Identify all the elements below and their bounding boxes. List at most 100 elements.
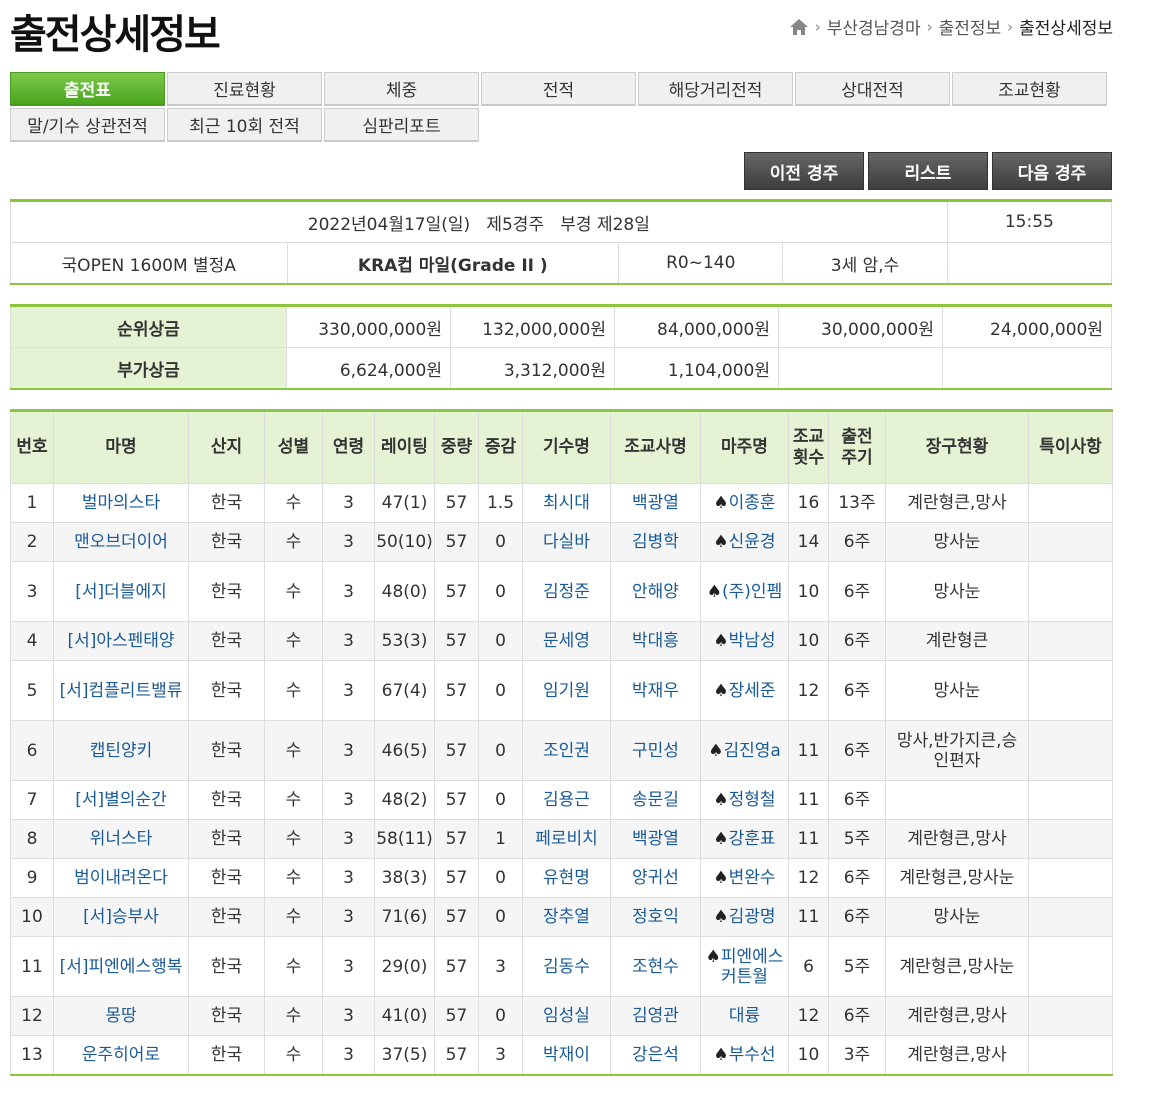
next-race-button[interactable]: 다음 경주 [992, 152, 1112, 190]
trainer-link[interactable]: 백광열 [632, 829, 679, 849]
tab-distance-record[interactable]: 해당거리전적 [638, 72, 793, 106]
jockey-link[interactable]: 김정준 [543, 582, 590, 602]
horse-name-link[interactable]: 맨오브더이어 [74, 532, 168, 552]
tab-record[interactable]: 전적 [481, 72, 636, 106]
owner-link[interactable]: 장세준 [729, 681, 776, 701]
trainer-link[interactable]: 정호익 [632, 907, 679, 927]
owner-link[interactable]: 김진영a [723, 741, 780, 761]
jockey-link[interactable]: 장추열 [543, 907, 590, 927]
owner-link[interactable]: 박남성 [729, 631, 776, 651]
owner-link[interactable]: 신윤경 [729, 532, 776, 552]
owner-link[interactable]: 부수선 [729, 1045, 776, 1065]
col-origin-header: 산지 [188, 410, 265, 484]
origin-cell-cell-wrap: 한국 [188, 621, 265, 661]
trainer-link[interactable]: 구민성 [632, 741, 679, 761]
trainer-link[interactable]: 김영관 [632, 1006, 679, 1026]
jockey-link[interactable]: 최시대 [543, 493, 590, 513]
sex-cell: 수 [285, 829, 302, 849]
trainer-link-cell-wrap: 백광열 [610, 483, 701, 523]
jockey-link[interactable]: 임성실 [543, 1006, 590, 1026]
jockey-link[interactable]: 김용근 [543, 790, 590, 810]
tab-head-to-head[interactable]: 상대전적 [795, 72, 950, 106]
weight-change-cell-cell-wrap: 0 [478, 720, 523, 781]
gear-cell-cell-wrap: 계란형큰,망사눈 [885, 936, 1029, 997]
spade-icon: ♠ [713, 829, 729, 849]
owner-link[interactable]: 대륭 [729, 1006, 760, 1026]
jockey-link[interactable]: 페로비치 [535, 829, 598, 849]
breadcrumb-item[interactable]: 출전정보 [939, 14, 1002, 39]
tab-weight[interactable]: 체중 [324, 72, 479, 106]
tab-medical[interactable]: 진료현황 [167, 72, 322, 106]
weight-change-cell: 0 [495, 868, 506, 888]
jockey-link[interactable]: 문세영 [543, 631, 590, 651]
horse-name-link[interactable]: [서]컴플리트밸류 [60, 681, 183, 701]
trainer-link[interactable]: 박재우 [632, 681, 679, 701]
weight-cell-cell-wrap: 57 [434, 936, 479, 997]
jockey-link[interactable]: 유현명 [543, 868, 590, 888]
gear-cell: 계란형큰,망사 [907, 1045, 1007, 1065]
jockey-link[interactable]: 조인권 [543, 741, 590, 761]
owner-link[interactable]: 강훈표 [729, 829, 776, 849]
owner-link[interactable]: 이종훈 [729, 493, 776, 513]
horse-name-link[interactable]: [서]별의순간 [75, 790, 166, 810]
weight-change-cell: 0 [495, 581, 506, 602]
horse-name-link[interactable]: 범이내려온다 [74, 868, 168, 888]
trainer-link[interactable]: 양귀선 [632, 868, 679, 888]
trainer-link[interactable]: 안해양 [632, 582, 679, 602]
origin-cell: 한국 [210, 868, 243, 888]
entry-number: 6 [26, 740, 38, 761]
tab-recent-10[interactable]: 최근 10회 전적 [167, 108, 322, 142]
trainer-link[interactable]: 강은석 [632, 1045, 679, 1065]
jockey-link[interactable]: 임기원 [543, 681, 590, 701]
jockey-link[interactable]: 박재이 [543, 1045, 590, 1065]
origin-cell-cell-wrap: 한국 [188, 720, 265, 781]
sex-cell: 수 [285, 956, 302, 977]
tab-horse-jockey[interactable]: 말/기수 상관전적 [10, 108, 165, 142]
horse-name-link[interactable]: [서]더블에지 [75, 582, 166, 602]
trainer-link[interactable]: 조현수 [632, 957, 679, 977]
prev-race-button[interactable]: 이전 경주 [744, 152, 864, 190]
owner-link[interactable]: 김광명 [729, 907, 776, 927]
breadcrumb-item[interactable]: 부산경남경마 [827, 14, 921, 39]
jockey-link-cell-wrap: 박재이 [522, 1035, 611, 1076]
tab-referee-report[interactable]: 심판리포트 [324, 108, 479, 142]
age-cell: 3 [343, 493, 354, 513]
owner-link[interactable]: 정형철 [729, 790, 776, 810]
trainer-link[interactable]: 김병학 [632, 532, 679, 552]
table-row: 8 위너스타 한국 수 3 58(11) 57 1 페로비치 백광열 ♠강훈표 11 5주 계란형큰,망사 [10, 819, 1113, 859]
sex-cell-cell-wrap: 수 [264, 621, 323, 661]
sex-cell: 수 [285, 868, 302, 888]
trainer-link[interactable]: 박대흥 [632, 631, 679, 651]
sex-cell: 수 [285, 581, 302, 602]
bonus-prize-label: 부가상금 [10, 347, 287, 390]
tab-entry-table[interactable]: 출전표 [10, 72, 165, 106]
horse-name-link[interactable]: [서]피엔에스행복 [60, 957, 183, 977]
horse-name-link[interactable]: 위너스타 [90, 829, 153, 849]
owner-link[interactable]: 변완수 [729, 868, 776, 888]
horse-name-link[interactable]: [서]아스펜태양 [67, 631, 174, 651]
jockey-link[interactable]: 다실바 [543, 532, 590, 552]
horse-name-link[interactable]: 운주히어로 [82, 1045, 160, 1065]
horse-name-link[interactable]: [서]승부사 [83, 907, 159, 927]
horse-name-link[interactable]: 캡틴양키 [90, 741, 153, 761]
jockey-link-cell-wrap: 조인권 [522, 720, 611, 781]
trainer-link[interactable]: 백광열 [632, 493, 679, 513]
age-cell: 3 [343, 1045, 354, 1065]
gear-cell-cell-wrap: 계란형큰 [885, 621, 1029, 661]
weight-change-cell-cell-wrap: 3 [478, 1035, 523, 1076]
owner-link[interactable]: (주)인펨 [722, 582, 782, 602]
tab-training[interactable]: 조교현황 [952, 72, 1107, 106]
home-icon[interactable] [789, 18, 809, 36]
list-button[interactable]: 리스트 [868, 152, 988, 190]
rating-cell: 47(1) [381, 493, 428, 513]
horse-name-link[interactable]: 벌마의스타 [82, 493, 160, 513]
horse-name-link[interactable]: 몽땅 [105, 1006, 136, 1026]
prize-table: 순위상금 330,000,000원 132,000,000원 84,000,00… [10, 304, 1112, 390]
train-count-cell: 11 [797, 740, 820, 761]
trainer-link[interactable]: 송문길 [632, 790, 679, 810]
rating-cell: 48(2) [381, 790, 428, 810]
jockey-link-cell-wrap: 유현명 [522, 858, 611, 898]
owner-link[interactable]: 피엔에스커튼월 [721, 947, 784, 987]
jockey-link[interactable]: 김동수 [543, 957, 590, 977]
entry-number: 3 [26, 581, 38, 602]
